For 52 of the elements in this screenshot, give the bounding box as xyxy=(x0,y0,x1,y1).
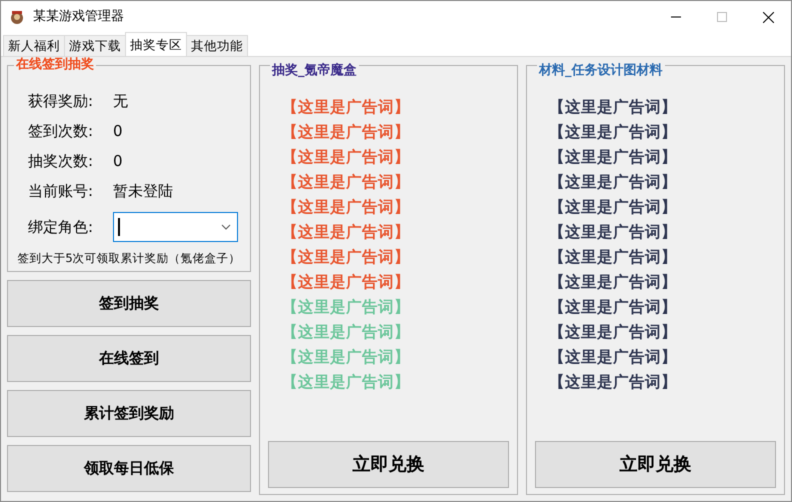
field-label: 签到次数: xyxy=(28,121,94,142)
ad-text: 【这里是广告词】 xyxy=(548,146,677,168)
field-label: 当前账号: xyxy=(28,181,94,202)
ad-text: 【这里是广告词】 xyxy=(281,122,410,142)
ad-text: 【这里是广告词】 xyxy=(548,322,677,342)
ad-text: 【这里是广告词】 xyxy=(548,222,677,242)
tab[interactable]: 新人福利 xyxy=(3,35,65,56)
window-title: 某某游戏管理器 xyxy=(33,8,124,26)
tab[interactable]: 其他功能 xyxy=(186,35,248,56)
ad-text: 【这里是广告词】 xyxy=(281,272,410,292)
ad-text: 【这里是广告词】 xyxy=(548,172,677,192)
field-value: 0 xyxy=(113,121,123,142)
ad-text: 【这里是广告词】 xyxy=(281,346,410,368)
chevron-icon xyxy=(221,224,231,230)
ad-text: 【这里是广告词】 xyxy=(281,222,410,242)
ad-text: 【这里是广告词】 xyxy=(281,146,410,168)
ad-text: 【这里是广告词】 xyxy=(281,196,410,218)
group-title: 抽奖_氪帝魔盒 xyxy=(270,63,358,79)
action-button[interactable]: 累计签到奖励 xyxy=(7,390,251,437)
ad-text: 【这里是广告词】 xyxy=(548,346,677,368)
field-value: 暂未登陆 xyxy=(113,181,173,202)
field-label: 绑定角色: xyxy=(28,216,94,238)
ad-text: 【这里是广告词】 xyxy=(548,196,677,218)
role-dropdown[interactable] xyxy=(113,212,238,242)
redeem-button[interactable]: 立即兑换 xyxy=(535,441,776,488)
ad-text: 【这里是广告词】 xyxy=(281,372,410,392)
field-label: 抽奖次数: xyxy=(28,151,94,172)
action-button[interactable]: 签到抽奖 xyxy=(7,280,251,327)
app-icon xyxy=(9,9,25,25)
maximize-icon xyxy=(717,12,727,22)
ad-text: 【这里是广告词】 xyxy=(281,296,410,318)
ad-text: 【这里是广告词】 xyxy=(281,172,410,192)
tab[interactable]: 游戏下载 xyxy=(64,35,126,56)
field-value: 无 xyxy=(113,91,128,112)
ad-text: 【这里是广告词】 xyxy=(548,372,677,392)
field-value: 0 xyxy=(113,151,123,172)
close-icon xyxy=(762,12,774,22)
ad-text: 【这里是广告词】 xyxy=(548,296,677,318)
field-label: 获得奖励: xyxy=(28,91,94,112)
ad-text: 【这里是广告词】 xyxy=(548,122,677,142)
redeem-button[interactable]: 立即兑换 xyxy=(268,441,509,488)
ad-text: 【这里是广告词】 xyxy=(548,272,677,292)
ad-text: 【这里是广告词】 xyxy=(281,246,410,268)
ad-text: 【这里是广告词】 xyxy=(548,96,677,118)
group-title: 在线签到抽奖 xyxy=(14,57,96,73)
group-title: 材料_任务设计图材料 xyxy=(537,63,664,79)
hint-text: 签到大于5次可领取累计奖励（氪佬盒子） xyxy=(16,250,242,267)
action-button[interactable]: 在线签到 xyxy=(7,335,251,382)
ad-text: 【这里是广告词】 xyxy=(548,246,677,268)
ad-text: 【这里是广告词】 xyxy=(281,96,410,118)
action-button[interactable]: 领取每日低保 xyxy=(7,445,251,492)
ad-text: 【这里是广告词】 xyxy=(281,322,410,342)
